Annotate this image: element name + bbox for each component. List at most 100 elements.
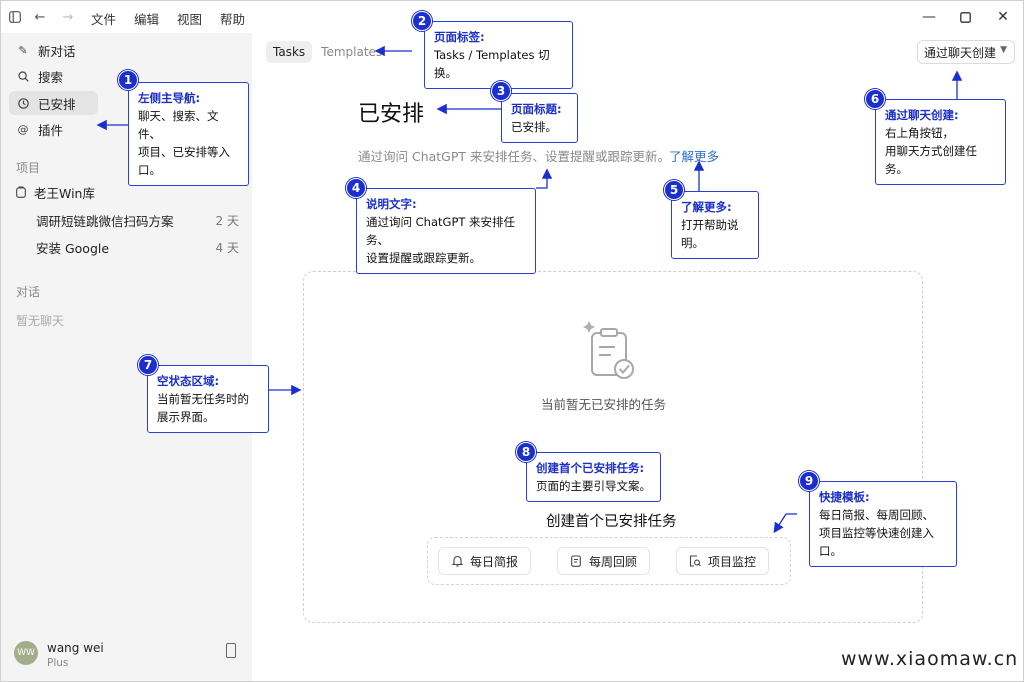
forward-arrow-icon[interactable]: → bbox=[60, 9, 76, 25]
list-item[interactable]: 调研短链跳微信扫码方案 2 天 bbox=[36, 210, 241, 230]
template-weekly-review-button[interactable]: 每周回顾 bbox=[557, 547, 651, 575]
annotation-3: 页面标题: 已安排。 bbox=[501, 93, 578, 143]
annotation-7: 空状态区域: 当前暂无任务时的 展示界面。 bbox=[147, 365, 269, 433]
minimize-icon[interactable]: — bbox=[918, 7, 940, 27]
annotation-line: 项目、已安排等入口。 bbox=[138, 145, 230, 177]
annotation-line: 设置提醒或跟踪更新。 bbox=[366, 251, 481, 265]
list-item-age: 2 天 bbox=[215, 213, 239, 228]
annotation-5: 了解更多: 打开帮助说明。 bbox=[671, 191, 759, 259]
page-title: 已安排 bbox=[358, 102, 425, 127]
annotation-title: 左侧主导航: bbox=[138, 91, 201, 105]
annotation-title: 创建首个已安排任务: bbox=[536, 461, 645, 475]
list-item-age: 4 天 bbox=[215, 240, 239, 255]
annotation-badge: 9 bbox=[799, 471, 819, 491]
projects-section-label: 项目 bbox=[16, 161, 41, 175]
template-daily-brief-button[interactable]: 每日简报 bbox=[438, 547, 532, 575]
sidebar-item-label: 搜索 bbox=[38, 69, 64, 85]
annotation-2: 页面标签: Tasks / Templates 切换。 bbox=[424, 21, 573, 89]
clock-icon bbox=[17, 97, 29, 109]
template-project-monitor-button[interactable]: 项目监控 bbox=[676, 547, 770, 575]
annotation-title: 页面标题: bbox=[511, 102, 562, 116]
menu-help[interactable]: 帮助 bbox=[220, 9, 245, 28]
tab-tasks[interactable]: Tasks bbox=[266, 41, 313, 63]
at-icon: @ bbox=[17, 122, 29, 136]
menu-view[interactable]: 视图 bbox=[177, 9, 202, 28]
menu-file[interactable]: 文件 bbox=[91, 9, 116, 28]
folder-icon bbox=[16, 186, 28, 198]
annotation-badge: 6 bbox=[865, 89, 885, 109]
back-arrow-icon[interactable]: ← bbox=[32, 9, 48, 25]
empty-state-text: 当前暂无已安排的任务 bbox=[541, 397, 667, 412]
annotation-line: 每日简报、每周回顾、 bbox=[819, 508, 934, 522]
annotation-line: 当前暂无任务时的 bbox=[157, 392, 249, 406]
annotation-title: 通过聊天创建: bbox=[885, 108, 959, 122]
annotation-title: 页面标签: bbox=[434, 30, 485, 44]
list-item-title: 安装 Google bbox=[36, 240, 110, 256]
sidebar-toggle-icon[interactable] bbox=[7, 9, 23, 25]
sidebar-item-label: 新对话 bbox=[38, 43, 76, 59]
list-item[interactable]: 安装 Google 4 天 bbox=[36, 237, 241, 257]
annotation-line: 聊天、搜索、文件、 bbox=[138, 109, 219, 141]
annotation-badge: 2 bbox=[412, 11, 432, 31]
annotation-line: 已安排。 bbox=[511, 120, 557, 134]
cta-title: 创建首个已安排任务 bbox=[546, 514, 677, 530]
annotation-line: 展示界面。 bbox=[157, 410, 215, 424]
annotation-line: 通过询问 ChatGPT 来安排任务、 bbox=[366, 215, 516, 247]
annotation-badge: 5 bbox=[664, 180, 684, 200]
annotation-badge: 8 bbox=[516, 442, 536, 462]
user-name: wang wei bbox=[47, 641, 104, 655]
chevron-down-icon: ▼ bbox=[1000, 45, 1007, 55]
doc-search-icon bbox=[689, 555, 701, 567]
close-icon[interactable]: ✕ bbox=[992, 7, 1014, 27]
edit-icon: ✎ bbox=[18, 43, 28, 57]
list-item-title: 调研短链跳微信扫码方案 bbox=[36, 213, 174, 229]
annotation-line: 右上角按钮， bbox=[885, 126, 954, 140]
annotation-badge: 4 bbox=[346, 178, 366, 198]
bell-icon bbox=[451, 555, 463, 567]
page-description: 通过询问 ChatGPT 来安排任务、设置提醒或跟踪更新。 bbox=[358, 149, 671, 164]
project-name: 老王Win库 bbox=[34, 185, 95, 201]
menu-edit[interactable]: 编辑 bbox=[134, 9, 159, 28]
phone-icon[interactable] bbox=[226, 643, 236, 658]
annotation-8: 创建首个已安排任务: 页面的主要引导文案。 bbox=[526, 452, 661, 502]
template-label: 每日简报 bbox=[470, 554, 519, 569]
avatar: WW bbox=[14, 641, 38, 665]
template-label: 项目监控 bbox=[708, 554, 757, 569]
app-window: ← → 文件 编辑 视图 帮助 — ✕ ✎ 新对话 搜索 已安排 @ 插件 项目… bbox=[0, 0, 1024, 682]
user-profile[interactable]: WW wang wei Plus bbox=[14, 639, 244, 671]
annotation-title: 说明文字: bbox=[366, 197, 417, 211]
annotation-1: 左侧主导航: 聊天、搜索、文件、 项目、已安排等入口。 bbox=[128, 82, 249, 186]
sidebar-item-label: 已安排 bbox=[38, 96, 76, 112]
annotation-line: 页面的主要引导文案。 bbox=[536, 479, 651, 493]
annotation-line: 打开帮助说明。 bbox=[681, 218, 739, 250]
sidebar-item-scheduled[interactable]: 已安排 bbox=[9, 91, 98, 115]
annotation-line: 用聊天方式创建任务。 bbox=[885, 144, 977, 176]
annotation-9: 快捷模板: 每日简报、每周回顾、 项目监控等快速创建入口。 bbox=[809, 481, 957, 567]
sidebar-item-plugins[interactable]: @ 插件 bbox=[9, 117, 98, 141]
annotation-title: 空状态区域: bbox=[157, 374, 220, 388]
tab-templates[interactable]: Templates bbox=[314, 41, 389, 63]
template-label: 每周回顾 bbox=[589, 554, 638, 569]
annotation-title: 了解更多: bbox=[681, 200, 732, 214]
annotation-title: 快捷模板: bbox=[819, 490, 870, 504]
chats-section-label: 对话 bbox=[16, 285, 41, 299]
annotation-badge: 7 bbox=[138, 355, 158, 375]
empty-chats-text: 暂无聊天 bbox=[16, 314, 65, 328]
calendar-icon bbox=[570, 555, 582, 567]
search-icon bbox=[17, 70, 29, 82]
annotation-line: 项目监控等快速创建入口。 bbox=[819, 526, 934, 558]
user-plan: Plus bbox=[47, 657, 69, 669]
sidebar-item-new-chat[interactable]: ✎ 新对话 bbox=[9, 38, 98, 62]
clipboard-check-icon bbox=[581, 319, 641, 381]
maximize-icon[interactable] bbox=[954, 7, 976, 27]
sidebar-item-search[interactable]: 搜索 bbox=[9, 64, 98, 88]
learn-more-link[interactable]: 了解更多 bbox=[669, 146, 719, 165]
annotation-badge: 1 bbox=[118, 70, 138, 90]
watermark: www.xiaomaw.cn bbox=[841, 648, 1019, 670]
create-via-chat-button[interactable]: 通过聊天创建 ▼ bbox=[917, 40, 1015, 64]
page-tabs: Tasks Templates bbox=[266, 41, 391, 63]
sidebar-item-label: 插件 bbox=[38, 122, 64, 138]
annotation-6: 通过聊天创建: 右上角按钮， 用聊天方式创建任务。 bbox=[875, 99, 1006, 185]
annotation-line: Tasks / Templates 切换。 bbox=[434, 48, 550, 80]
annotation-4: 说明文字: 通过询问 ChatGPT 来安排任务、 设置提醒或跟踪更新。 bbox=[356, 188, 536, 274]
